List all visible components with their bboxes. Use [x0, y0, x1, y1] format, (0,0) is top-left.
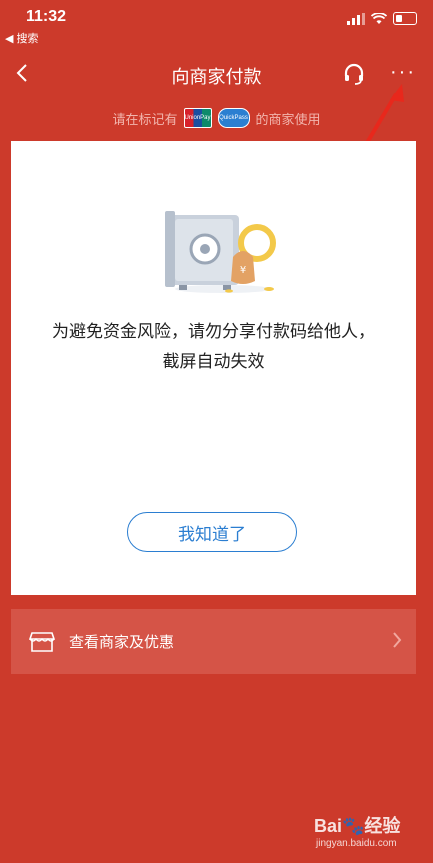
status-time: 11:32	[26, 8, 67, 25]
quickpass-logo: QuickPass	[217, 108, 250, 128]
nav-bar: 向商家付款 ···	[0, 52, 433, 170]
merchant-hint: 请在标记有 UnionPay QuickPass 的商家使用	[0, 107, 433, 129]
acknowledge-button[interactable]: 我知道了	[127, 512, 297, 552]
baidu-watermark-url: jingyan.baidu.com	[316, 838, 397, 849]
baidu-watermark: Bai🐾经验	[314, 816, 401, 836]
status-bar: 11:32 ◀ 搜索	[0, 0, 433, 48]
chevron-right-icon	[393, 632, 402, 648]
view-merchants-row[interactable]: 查看商家及优惠	[11, 609, 416, 674]
safe-illustration: ¥	[165, 211, 276, 293]
battery-icon	[393, 12, 417, 25]
signal-icon	[347, 12, 365, 25]
store-icon	[29, 631, 55, 652]
more-menu-button[interactable]: ···	[390, 62, 416, 82]
hint-text-before: 请在标记有	[112, 111, 178, 127]
svg-text:¥: ¥	[240, 265, 246, 276]
status-icons	[347, 12, 417, 25]
back-to-app-link[interactable]: ◀ 搜索	[5, 30, 39, 46]
wifi-icon	[371, 12, 387, 24]
warning-message: 为避免资金风险，请勿分享付款码给他人，截屏自动失效	[52, 322, 375, 371]
hint-text-after: 的商家使用	[255, 111, 321, 127]
security-warning-card: ¥ 为避免资金风险，请勿分享付款码给他人，截屏自动失效 我知道了	[11, 141, 416, 595]
unionpay-logo: UnionPay	[183, 108, 212, 128]
view-merchants-label: 查看商家及优惠	[69, 634, 175, 651]
